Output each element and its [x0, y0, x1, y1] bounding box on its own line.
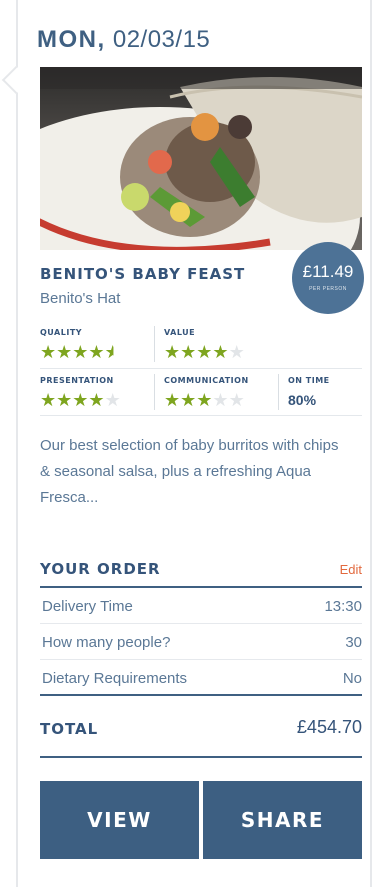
star-empty-icon: ★	[228, 390, 245, 410]
date-value: 02/03/15	[112, 26, 211, 53]
date-weekday: MON,	[37, 26, 106, 53]
rating-communication: COMMUNICATION ★★★★★	[164, 376, 249, 409]
total-value: £454.70	[296, 717, 362, 737]
star-filled-icon: ★	[196, 390, 213, 410]
order-row-value: No	[342, 670, 362, 687]
rating-divider	[154, 374, 155, 410]
order-row-delivery-time: Delivery Time 13:30	[40, 588, 362, 624]
rating-communication-stars: ★★★★★	[164, 391, 249, 409]
rating-divider	[278, 374, 279, 410]
order-row-value: 13:30	[324, 598, 362, 615]
order-row-people: How many people? 30	[40, 624, 362, 660]
rating-presentation: PRESENTATION ★★★★★	[40, 376, 121, 409]
star-filled-icon: ★	[180, 390, 197, 410]
burrito-photo-icon	[40, 67, 362, 250]
order-summary: YOUR ORDER Edit Delivery Time 13:30 How …	[40, 556, 362, 696]
order-row-dietary: Dietary Requirements No	[40, 660, 362, 696]
star-filled-icon: ★	[72, 342, 89, 362]
star-empty-icon: ★	[212, 390, 229, 410]
dish-title: BENITO'S BABY FEAST	[40, 265, 246, 283]
star-filled-icon: ★	[88, 390, 105, 410]
rating-quality: QUALITY ★★★★★	[40, 328, 121, 361]
order-row-label: How many people?	[42, 634, 171, 651]
star-filled-icon: ★	[164, 342, 181, 362]
order-row-label: Dietary Requirements	[42, 670, 188, 687]
total-label: TOTAL	[40, 720, 99, 738]
star-filled-icon: ★	[72, 390, 89, 410]
star-filled-icon: ★	[56, 390, 73, 410]
order-date: MON, 02/03/15	[37, 26, 210, 54]
rating-presentation-stars: ★★★★★	[40, 391, 121, 409]
share-button[interactable]: SHARE	[203, 781, 362, 859]
order-row-value: 30	[345, 634, 362, 651]
star-empty-icon: ★	[104, 390, 121, 410]
price-amount: £11.49	[302, 262, 354, 281]
star-filled-icon: ★	[88, 342, 105, 362]
rating-on-time-value: 80%	[288, 392, 317, 408]
star-half-icon: ★	[104, 342, 121, 362]
dish-vendor: Benito's Hat	[40, 290, 121, 307]
rating-on-time: ON TIME 80%	[288, 376, 330, 408]
star-filled-icon: ★	[40, 390, 57, 410]
star-empty-icon: ★	[228, 342, 245, 362]
star-filled-icon: ★	[212, 342, 229, 362]
star-filled-icon: ★	[56, 342, 73, 362]
star-filled-icon: ★	[164, 390, 181, 410]
dish-description: Our best selection of baby burritos with…	[40, 437, 339, 506]
rating-quality-label: QUALITY	[40, 328, 83, 337]
star-filled-icon: ★	[40, 342, 57, 362]
rating-quality-stars: ★★★★★	[40, 343, 121, 361]
order-row-label: Delivery Time	[42, 598, 133, 615]
rating-communication-label: COMMUNICATION	[164, 376, 249, 385]
order-title: YOUR ORDER	[40, 560, 161, 578]
order-header: YOUR ORDER Edit	[40, 556, 362, 588]
ratings-panel: QUALITY ★★★★★ VALUE ★★★★★ PRESENTATION ★…	[40, 320, 362, 416]
price-badge: £11.49 PER PERSON	[292, 242, 364, 314]
view-button[interactable]: VIEW	[40, 781, 199, 859]
rating-value-stars: ★★★★★	[164, 343, 245, 361]
order-total: TOTAL £454.70	[40, 700, 362, 758]
rating-divider	[154, 326, 155, 362]
star-filled-icon: ★	[196, 342, 213, 362]
dish-image	[40, 67, 362, 250]
edit-order-link[interactable]: Edit	[340, 562, 362, 577]
star-filled-icon: ★	[180, 342, 197, 362]
price-caption: PER PERSON	[309, 286, 347, 292]
rating-presentation-label: PRESENTATION	[40, 376, 114, 385]
rating-value: VALUE ★★★★★	[164, 328, 245, 361]
rating-row-divider	[40, 368, 362, 369]
rating-row-divider	[40, 415, 362, 416]
rating-on-time-label: ON TIME	[288, 376, 330, 385]
rating-value-label: VALUE	[164, 328, 196, 337]
